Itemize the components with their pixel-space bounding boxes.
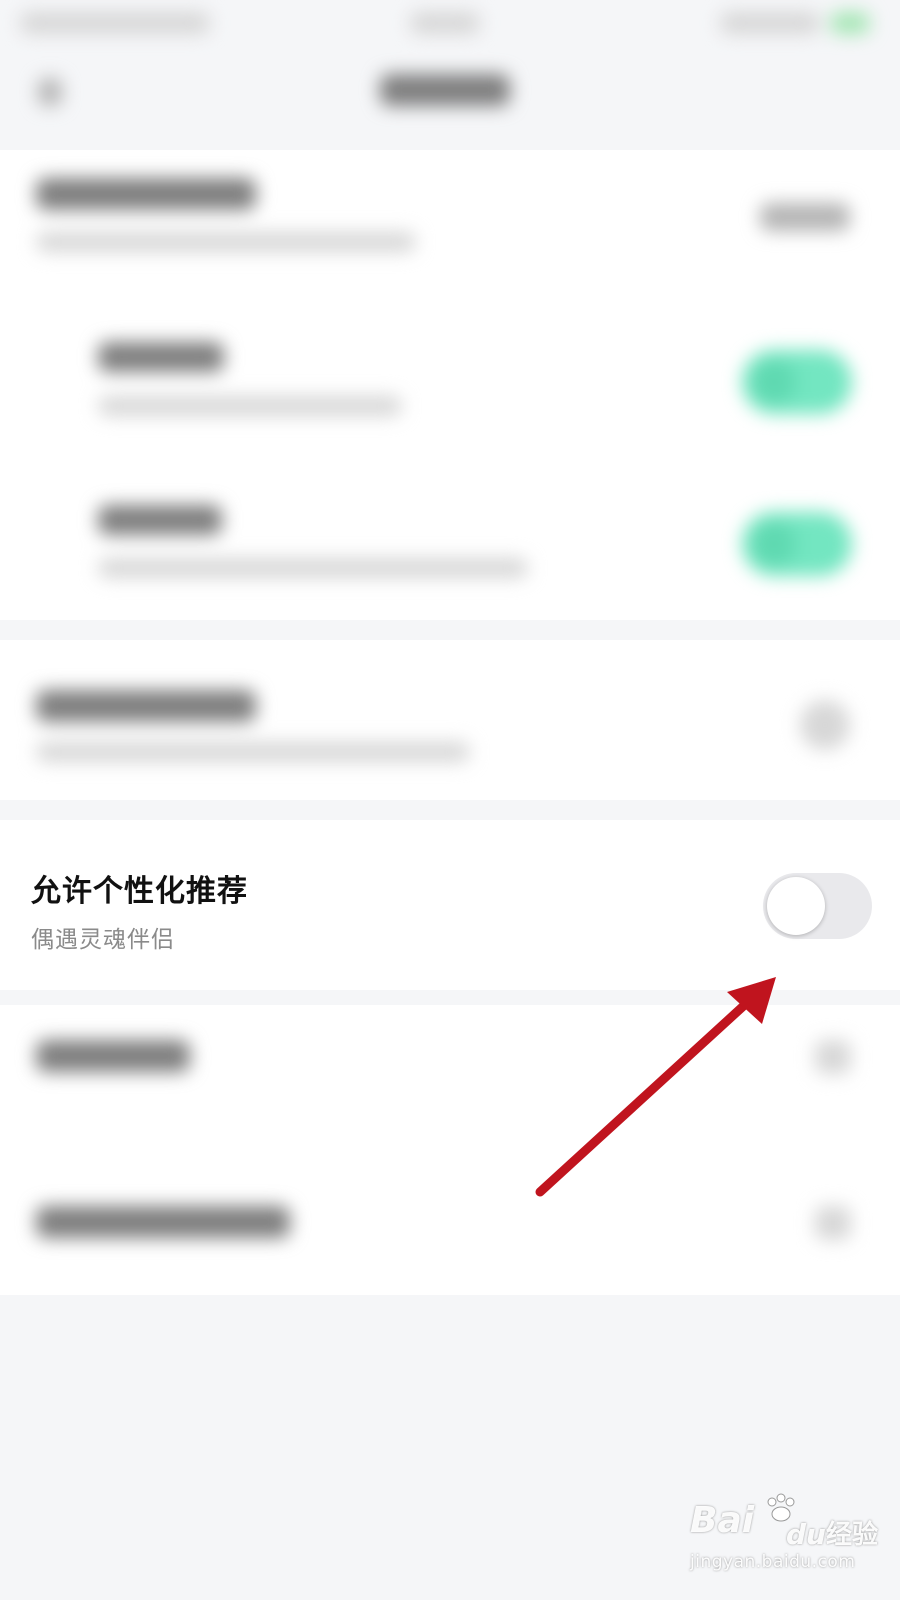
nav-title [380,74,510,106]
settings-page: 允许个性化推荐 偶遇灵魂伴侣 Bai du 经验 jingyan.baidu.c… [0,0,900,1600]
row7-chevron-icon[interactable] [815,1206,851,1240]
row4-title [36,690,256,722]
row7-title [36,1206,290,1238]
row1-title [36,178,256,210]
battery-icon [830,12,870,34]
watermark-url: jingyan.baidu.com [690,1552,856,1572]
toggle-knob [767,877,825,935]
baidu-jingyan-watermark: Bai du 经验 jingyan.baidu.com [690,1493,890,1590]
blurred-content [0,0,900,1600]
row1-subtitle [36,232,416,252]
row3-title [98,505,222,535]
row4-toggle[interactable] [800,700,850,750]
row4-subtitle [36,742,470,762]
row2-toggle[interactable] [742,350,852,414]
personalized-recommendation-toggle[interactable] [763,873,872,939]
setting-title: 允许个性化推荐 [31,874,248,909]
status-bar-right [720,12,820,34]
watermark-logo-du: du [786,1518,826,1551]
setting-subtitle: 偶遇灵魂伴侣 [31,927,175,953]
watermark-brand-cn: 经验 [826,1520,879,1550]
row3-toggle[interactable] [742,512,852,576]
status-bar-time [410,12,480,34]
back-arrow-icon[interactable] [38,78,62,106]
row3-subtitle [98,558,528,578]
status-bar-left [20,12,210,34]
row1-value[interactable] [760,203,850,231]
watermark-logo-bai: Bai [690,1500,755,1541]
row2-subtitle [98,396,402,416]
row2-title [98,342,224,372]
row6-title [36,1040,190,1072]
row6-chevron-icon[interactable] [815,1040,851,1074]
